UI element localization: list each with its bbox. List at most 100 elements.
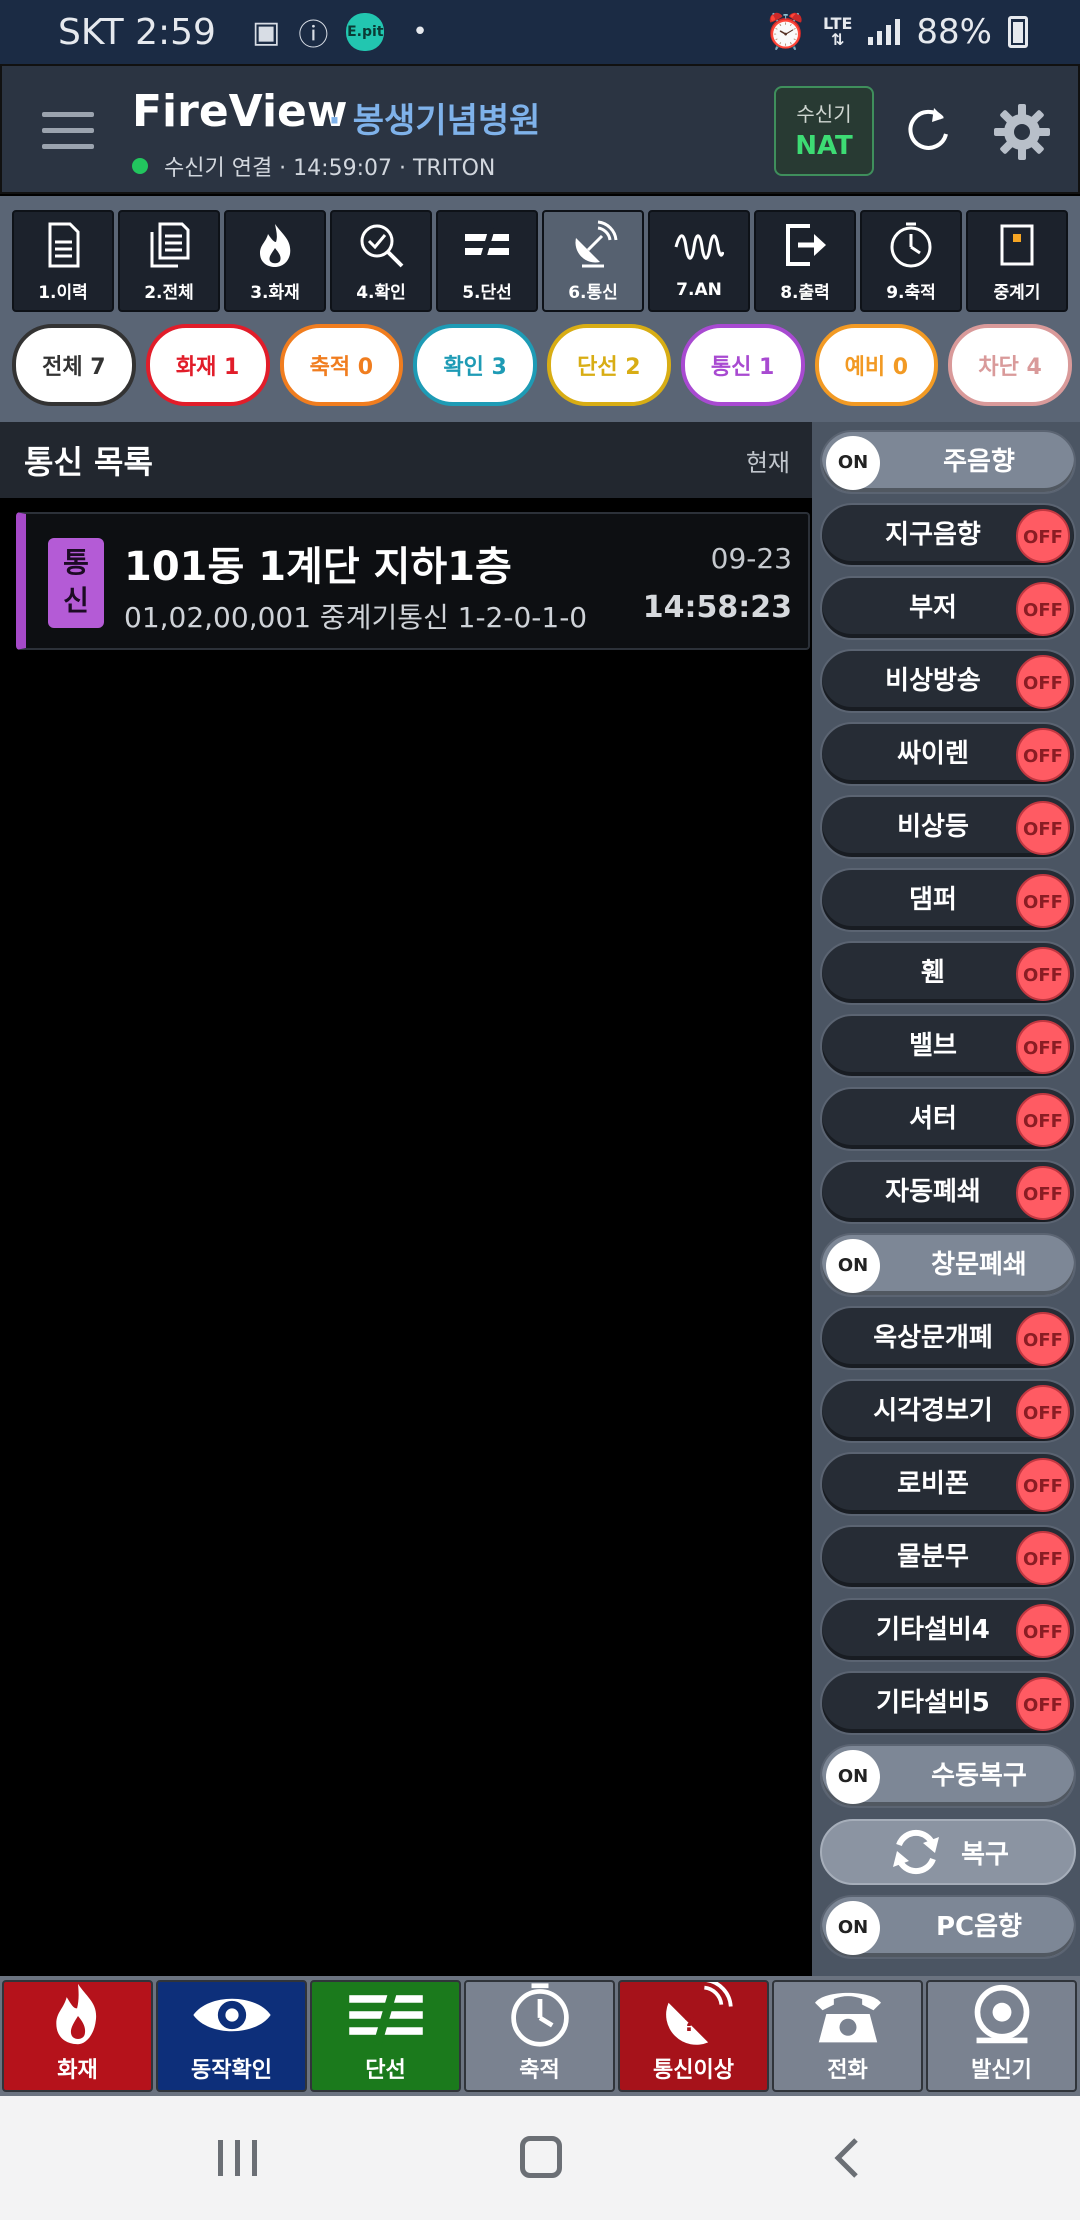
toggle-siren[interactable]: 싸이렌 OFF <box>820 722 1076 786</box>
toggle-other-equipment-5[interactable]: 기타설비5 OFF <box>820 1671 1076 1735</box>
toggle-zone-sound[interactable]: 지구음향 OFF <box>820 503 1076 567</box>
filter-all[interactable]: 전체 7 <box>12 324 136 406</box>
toggle-lobby-phone[interactable]: 로비폰 OFF <box>820 1452 1076 1516</box>
off-knob: OFF <box>1016 1677 1070 1731</box>
off-knob: OFF <box>1016 1385 1070 1439</box>
event-date: 09-23 <box>710 542 792 575</box>
connection-status: 수신기 연결 · 14:59:07 · TRITON <box>132 150 495 182</box>
action-accumulate[interactable]: 축적 <box>464 1980 615 2092</box>
carrier-time: SKT 2:59 <box>58 11 216 53</box>
toggle-visual-alarm[interactable]: 시각경보기 OFF <box>820 1379 1076 1443</box>
tab-fire[interactable]: 3.화재 <box>224 210 326 312</box>
documents-icon <box>150 222 190 267</box>
filter-spare[interactable]: 예비 0 <box>814 324 939 406</box>
toggle-window-close[interactable]: ON 창문폐쇄 <box>820 1233 1076 1297</box>
home-icon[interactable] <box>520 2136 562 2178</box>
control-panel: ON 주음향 지구음향 OFF 부저 OFF 비상방송 OFF 싸이렌 OFF 비상등 OF… <box>812 422 1080 1976</box>
on-knob: ON <box>826 1901 880 1955</box>
site-name: · 봉생기념병원 <box>328 101 541 141</box>
action-transmitter[interactable]: 발신기 <box>926 1980 1077 2092</box>
tab-all[interactable]: 2.전체 <box>118 210 220 312</box>
off-knob: OFF <box>1016 509 1070 563</box>
broken-line-icon <box>348 1984 423 2046</box>
filter-fire[interactable]: 화재 1 <box>145 324 270 406</box>
tab-repeater[interactable]: 중계기 <box>966 210 1068 312</box>
battery-percent: 88% <box>916 12 992 52</box>
event-type-badge: 통신 <box>48 538 104 628</box>
tab-confirm[interactable]: 4.확인 <box>330 210 432 312</box>
off-knob: OFF <box>1016 1531 1070 1585</box>
tab-communication[interactable]: 6.통신 <box>542 210 644 312</box>
notification-dot-icon: • <box>412 17 428 47</box>
toggle-fan[interactable]: 휀 OFF <box>820 941 1076 1005</box>
event-subtitle: 01,02,00,001 중계기통신 1-2-0-1-0 <box>124 601 588 634</box>
menu-tabs: 1.이력 2.전체 3.화재 4.확인 5.단선 6.통신 7.AN 8.출력 … <box>0 196 1080 322</box>
toggle-main-sound[interactable]: ON 주음향 <box>820 430 1076 494</box>
filter-confirm[interactable]: 확인 3 <box>413 324 537 406</box>
tab-disconnect[interactable]: 5.단선 <box>436 210 538 312</box>
off-knob: OFF <box>1016 1458 1070 1512</box>
toggle-manual-restore[interactable]: ON 수동복구 <box>820 1744 1076 1808</box>
telephone-icon <box>814 1992 881 2043</box>
magnifier-check-icon <box>360 224 404 267</box>
refresh-icon[interactable] <box>898 100 958 160</box>
list-title: 통신 목록 <box>24 443 153 481</box>
event-row[interactable]: 통신 101동 1계단 지하1층 01,02,00,001 중계기통신 1-2-… <box>16 512 810 650</box>
toggle-emergency-broadcast[interactable]: 비상방송 OFF <box>820 649 1076 713</box>
toggle-buzzer[interactable]: 부저 OFF <box>820 576 1076 640</box>
timer-icon <box>510 1983 569 2047</box>
event-time: 14:58:23 <box>642 590 792 625</box>
off-knob: OFF <box>1016 947 1070 1001</box>
lte-indicator: LTE ⇅ <box>823 14 853 49</box>
off-knob: OFF <box>1016 1166 1070 1220</box>
toggle-other-equipment-4[interactable]: 기타설비4 OFF <box>820 1598 1076 1662</box>
alarm-bell-icon <box>974 1984 1029 2044</box>
toggle-shutter[interactable]: 셔터 OFF <box>820 1087 1076 1151</box>
filter-communication[interactable]: 통신 1 <box>680 324 805 406</box>
exit-icon <box>786 223 826 266</box>
tab-output[interactable]: 8.출력 <box>754 210 856 312</box>
action-operation-check[interactable]: 동작확인 <box>156 1980 307 2092</box>
satellite-alert-icon: ? <box>665 1982 733 2045</box>
sync-icon <box>893 1829 940 1875</box>
off-knob: OFF <box>1016 801 1070 855</box>
on-knob: ON <box>826 1239 880 1293</box>
tab-accumulate[interactable]: 9.축적 <box>860 210 962 312</box>
filter-accumulate[interactable]: 축적 0 <box>279 324 404 406</box>
connection-text: 수신기 연결 · 14:59:07 · TRITON <box>164 156 496 181</box>
menu-icon[interactable] <box>42 112 94 152</box>
toggle-damper[interactable]: 댐퍼 OFF <box>820 868 1076 932</box>
toggle-emergency-light[interactable]: 비상등 OFF <box>820 795 1076 859</box>
timer-icon <box>890 222 932 267</box>
filter-block[interactable]: 차단 4 <box>948 324 1072 406</box>
status-bar: SKT 2:59 ▣ ⓘ E.pit • ⏰ LTE ⇅ 88% <box>0 0 1080 64</box>
receiver-button[interactable]: 수신기 NAT <box>774 86 874 176</box>
signal-icon <box>868 19 901 45</box>
action-bar: 화재 동작확인 단선 축적 ? 통신이상 전화 발신기 <box>0 1976 1080 2096</box>
action-telephone[interactable]: 전화 <box>772 1980 923 2092</box>
fire-icon <box>55 1983 96 2045</box>
back-icon[interactable] <box>828 2136 868 2180</box>
toggle-water-spray[interactable]: 물분무 OFF <box>820 1525 1076 1589</box>
gear-icon[interactable] <box>992 102 1052 162</box>
off-knob: OFF <box>1016 1093 1070 1147</box>
restore-button[interactable]: 복구 <box>820 1819 1076 1885</box>
action-fire[interactable]: 화재 <box>2 1980 153 2092</box>
document-icon <box>48 222 80 267</box>
off-knob: OFF <box>1016 582 1070 636</box>
list-header: 통신 목록 현재 <box>0 422 812 498</box>
svg-text:?: ? <box>683 2012 695 2036</box>
toggle-valve[interactable]: 밸브 OFF <box>820 1014 1076 1078</box>
toggle-pc-sound[interactable]: ON PC음향 <box>820 1895 1076 1959</box>
image-icon: ▣ <box>251 14 281 50</box>
tab-analog[interactable]: 7.AN <box>648 210 750 312</box>
tab-history[interactable]: 1.이력 <box>12 210 114 312</box>
recents-icon[interactable] <box>218 2140 257 2176</box>
off-knob: OFF <box>1016 1020 1070 1074</box>
action-disconnect[interactable]: 단선 <box>310 1980 461 2092</box>
filter-disconnect[interactable]: 단선 2 <box>547 324 671 406</box>
toggle-rooftop-door[interactable]: 옥상문개폐 OFF <box>820 1306 1076 1370</box>
event-list-panel: 통신 목록 현재 통신 101동 1계단 지하1층 01,02,00,001 중… <box>0 422 812 1976</box>
action-communication-error[interactable]: ? 통신이상 <box>618 1980 769 2092</box>
toggle-auto-close[interactable]: 자동폐쇄 OFF <box>820 1160 1076 1224</box>
